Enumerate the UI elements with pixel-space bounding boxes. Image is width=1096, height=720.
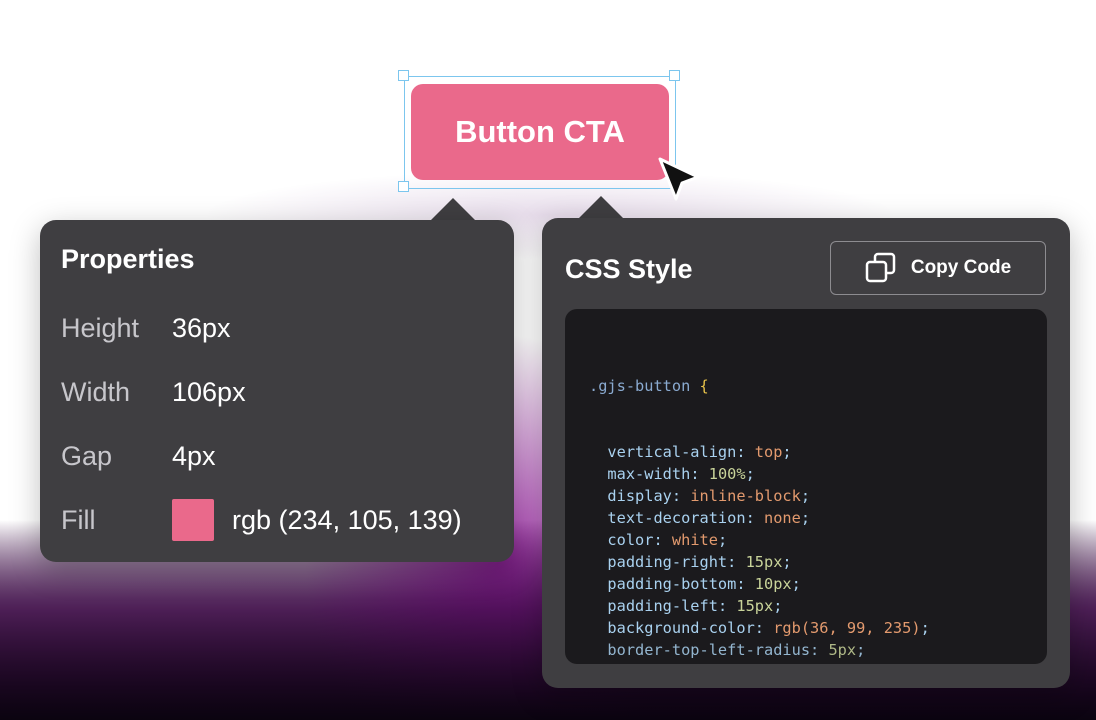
property-label: Fill <box>61 504 96 535</box>
code-value: top <box>754 443 783 461</box>
code-property: padding-right <box>607 553 728 571</box>
code-line: max-width: 100%; <box>607 465 755 483</box>
code-selector: .gjs-button <box>589 377 691 395</box>
code-property: padding-bottom <box>607 575 737 593</box>
code-property: background-color <box>607 619 755 637</box>
code-line: border-top-right-radius: 5px; <box>589 661 930 664</box>
code-value: white <box>671 531 718 549</box>
code-value: 10px <box>754 575 792 593</box>
code-value: rgb(36, 99, 235) <box>773 619 921 637</box>
resize-handle-top-right[interactable] <box>669 70 680 81</box>
code-value: 100% <box>708 465 746 483</box>
code-open-brace: { <box>699 377 709 395</box>
css-panel-pointer <box>579 196 623 218</box>
code-line: padding-right: 15px; <box>607 553 792 571</box>
copy-code-label: Copy Code <box>910 257 1012 278</box>
code-property: display <box>607 487 672 505</box>
css-style-panel: CSS Style Copy Code .gjs-button { vertic… <box>542 218 1070 688</box>
properties-title: Properties <box>61 244 195 274</box>
code-block: .gjs-button { vertical-align: top; max-w… <box>565 309 1047 664</box>
properties-panel: Properties Height 36px Width 106px Gap 4… <box>40 220 514 562</box>
code-value: 15px <box>745 553 783 571</box>
code-line: display: inline-block; <box>607 487 811 505</box>
copy-icon <box>865 252 896 283</box>
code-property: vertical-align <box>607 443 737 461</box>
property-label: Width <box>61 376 131 407</box>
code-property: color <box>607 531 654 549</box>
property-row-width: Width 106px <box>61 374 246 410</box>
code-line: color: white; <box>607 531 728 549</box>
property-row-gap: Gap 4px <box>61 438 216 474</box>
property-value: 4px <box>172 440 216 471</box>
mouse-cursor-icon <box>656 156 702 206</box>
code-property: border-top-left-radius <box>607 641 811 659</box>
property-value: rgb (234, 105, 139) <box>232 504 462 535</box>
copy-code-button[interactable]: Copy Code <box>830 241 1046 295</box>
properties-panel-pointer <box>431 198 475 220</box>
code-line: background-color: rgb(36, 99, 235); <box>607 619 930 637</box>
code-property: border-top-right-radius <box>607 663 819 664</box>
resize-handle-bottom-left[interactable] <box>398 181 409 192</box>
property-row-height: Height 36px <box>61 310 231 346</box>
property-value: 36px <box>172 312 231 343</box>
property-row-fill: Fill rgb (234, 105, 139) <box>61 499 462 541</box>
property-label: Gap <box>61 440 113 471</box>
code-property: padding-left <box>607 597 718 615</box>
code-property: text-decoration <box>607 509 746 527</box>
code-line-selector: .gjs-button { <box>589 375 930 397</box>
resize-handle-top-left[interactable] <box>398 70 409 81</box>
code-line: padding-bottom: 10px; <box>607 575 801 593</box>
code-value: 5px <box>838 663 866 664</box>
code-line: vertical-align: top; <box>607 443 792 461</box>
property-label: Height <box>61 312 140 343</box>
code-value: 5px <box>828 641 857 659</box>
code-line: border-top-left-radius: 5px; <box>607 641 866 659</box>
css-style-title: CSS Style <box>565 254 693 284</box>
code-line: text-decoration: none; <box>607 509 811 527</box>
fill-color-swatch[interactable] <box>172 499 214 541</box>
css-code: .gjs-button { vertical-align: top; max-w… <box>589 331 930 664</box>
code-value: 15px <box>736 597 774 615</box>
code-value: none <box>764 509 801 527</box>
code-value: inline-block <box>690 487 801 505</box>
button-cta[interactable]: Button CTA <box>411 84 669 180</box>
property-value: 106px <box>172 376 246 407</box>
code-property: max-width <box>607 465 691 483</box>
code-line: padding-left: 15px; <box>607 597 783 615</box>
